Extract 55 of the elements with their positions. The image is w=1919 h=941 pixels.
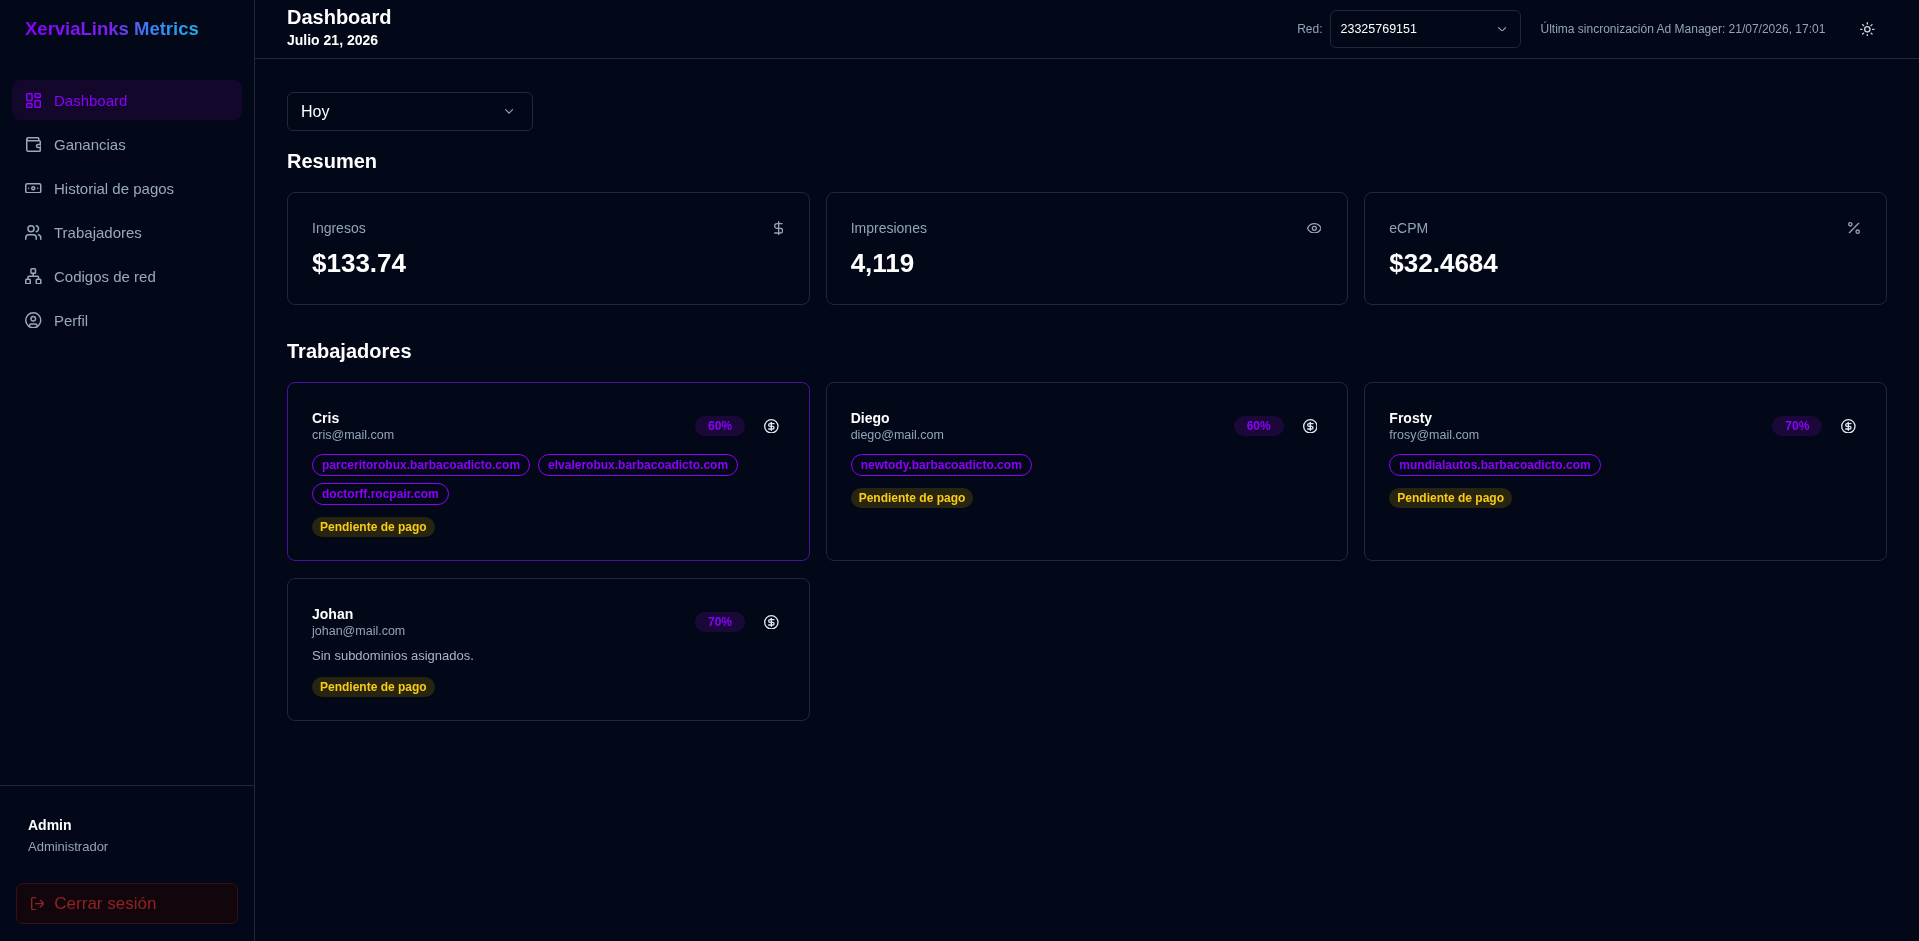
dollar-circle-icon[interactable] bbox=[764, 614, 779, 630]
network-icon bbox=[25, 267, 42, 285]
worker-name: Cris bbox=[312, 409, 340, 427]
stat-label: Impresiones bbox=[850, 219, 927, 237]
banknote-icon bbox=[25, 182, 42, 194]
worker-name: Diego bbox=[850, 409, 890, 427]
percent-icon bbox=[1848, 222, 1860, 234]
nav-item[interactable]: Historial de pagos bbox=[12, 168, 242, 208]
user-circle-icon bbox=[25, 311, 42, 329]
stat-label: eCPM bbox=[1389, 219, 1429, 237]
page-date: Julio 21, 2026 bbox=[287, 32, 379, 48]
grid-icon bbox=[26, 92, 41, 108]
logout-icon bbox=[31, 896, 45, 911]
status-badge: Pendiente de pago bbox=[312, 517, 435, 537]
users-icon bbox=[25, 224, 42, 240]
user-name: Admin bbox=[28, 816, 72, 834]
stat-value: $133.74 bbox=[312, 248, 406, 278]
network-label: Red: bbox=[1297, 22, 1323, 36]
chevron-down-icon bbox=[1498, 26, 1507, 32]
dollar-circle-icon[interactable] bbox=[1841, 418, 1856, 434]
period-select[interactable]: Hoy bbox=[287, 92, 533, 131]
worker-name: Johan bbox=[312, 605, 354, 623]
share-badge: 70% bbox=[694, 612, 745, 632]
worker-email: diego@mail.com bbox=[850, 427, 944, 443]
nav-item[interactable]: Perfil bbox=[12, 300, 242, 340]
worker-email: johan@mail.com bbox=[312, 623, 406, 639]
share-badge: 60% bbox=[694, 416, 745, 436]
share-badge: 60% bbox=[1233, 416, 1284, 436]
nav-item[interactable]: Ganancias bbox=[12, 124, 242, 164]
sync-status: Última sincronización Ad Manager: 21/07/2026, 17:01 bbox=[1540, 22, 1826, 36]
share-badge: 70% bbox=[1772, 416, 1823, 436]
network-select[interactable]: 23325769151 bbox=[1329, 10, 1521, 48]
dollar-circle-icon[interactable] bbox=[764, 418, 779, 434]
stat-value: $32.4684 bbox=[1389, 248, 1498, 278]
worker-email: frosy@mail.com bbox=[1389, 427, 1480, 443]
stat-value: 4,119 bbox=[850, 248, 915, 278]
empty-note: Sin subdominios asignados. bbox=[312, 647, 474, 665]
nav-item[interactable]: Codigos de red bbox=[12, 256, 242, 296]
sun-icon[interactable] bbox=[1860, 21, 1875, 37]
user-role: Administrador bbox=[28, 839, 109, 855]
section-title: Trabajadores bbox=[287, 339, 412, 363]
chevron-down-icon bbox=[504, 109, 513, 114]
dollar-icon bbox=[774, 220, 783, 236]
wallet-icon bbox=[26, 136, 41, 152]
status-badge: Pendiente de pago bbox=[312, 677, 435, 697]
dollar-circle-icon[interactable] bbox=[1302, 418, 1318, 434]
stat-label: Ingresos bbox=[312, 219, 366, 237]
eye-icon bbox=[1306, 222, 1322, 234]
worker-name: Frosty bbox=[1389, 409, 1433, 427]
status-badge: Pendiente de pago bbox=[850, 488, 974, 508]
nav-item[interactable]: Trabajadores bbox=[12, 212, 242, 252]
worker-email: cris@mail.com bbox=[312, 427, 395, 443]
page-title: Dashboard bbox=[287, 5, 392, 29]
section-title: Resumen bbox=[287, 149, 378, 173]
status-badge: Pendiente de pago bbox=[1389, 488, 1512, 508]
